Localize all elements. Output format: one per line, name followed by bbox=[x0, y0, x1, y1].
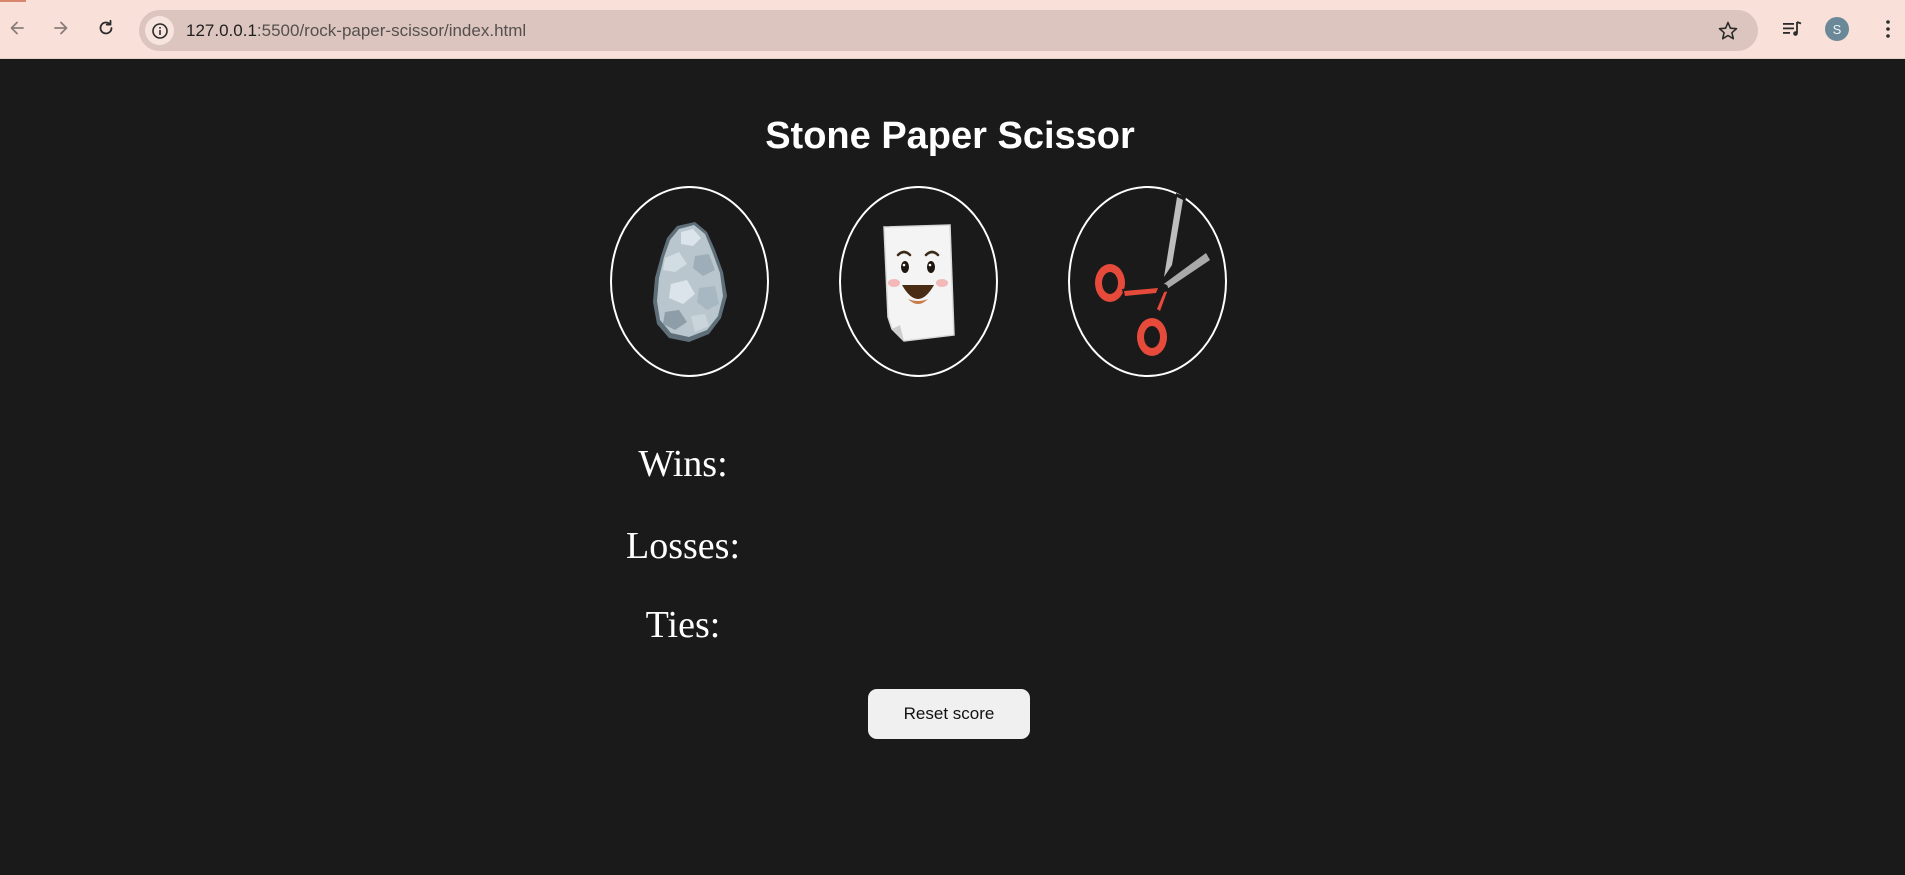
back-button[interactable] bbox=[3, 14, 31, 42]
scissor-button[interactable] bbox=[1068, 186, 1227, 377]
reload-icon bbox=[99, 19, 113, 35]
address-bar[interactable]: 127.0.0.1:5500/rock-paper-scissor/index.… bbox=[139, 10, 1758, 51]
url-path: :5500/rock-paper-scissor/index.html bbox=[256, 21, 527, 40]
media-queue-icon bbox=[1783, 21, 1802, 36]
scissor-icon bbox=[1089, 192, 1214, 361]
losses-label: Losses: bbox=[626, 525, 740, 567]
info-icon bbox=[151, 22, 168, 39]
site-info-button[interactable] bbox=[145, 16, 174, 45]
paper-button[interactable] bbox=[839, 186, 998, 377]
profile-avatar[interactable]: S bbox=[1825, 17, 1849, 41]
star-icon bbox=[1718, 21, 1738, 40]
url-text[interactable]: 127.0.0.1:5500/rock-paper-scissor/index.… bbox=[186, 21, 526, 41]
tab-accent bbox=[0, 0, 26, 2]
back-arrow-icon bbox=[10, 21, 24, 35]
wins-label: Wins: bbox=[638, 443, 728, 485]
forward-button[interactable] bbox=[47, 14, 75, 42]
paper-icon bbox=[882, 223, 955, 342]
reset-score-button[interactable]: Reset score bbox=[868, 689, 1030, 739]
browser-toolbar: 127.0.0.1:5500/rock-paper-scissor/index.… bbox=[0, 0, 1905, 59]
page-body: Stone Paper Scissor Wins: Losses: Ties: … bbox=[0, 59, 1905, 875]
reload-button[interactable] bbox=[92, 14, 120, 42]
page-title: Stone Paper Scissor bbox=[765, 115, 1135, 157]
media-control-button[interactable] bbox=[1779, 16, 1805, 42]
url-host: 127.0.0.1 bbox=[186, 21, 257, 40]
stone-icon bbox=[652, 221, 727, 342]
browser-menu-button[interactable] bbox=[1875, 16, 1901, 42]
stone-button[interactable] bbox=[610, 186, 769, 377]
more-vertical-icon bbox=[1886, 20, 1890, 38]
forward-arrow-icon bbox=[54, 21, 68, 35]
bookmark-button[interactable] bbox=[1716, 19, 1740, 43]
ties-label: Ties: bbox=[645, 604, 721, 646]
